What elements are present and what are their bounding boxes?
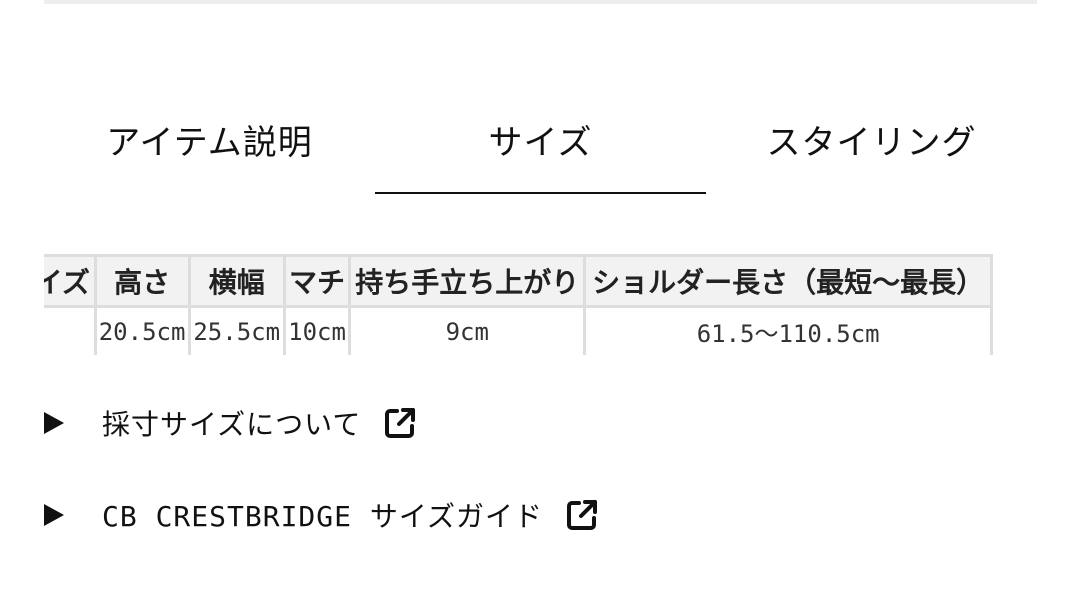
measurement-guide-label: 採寸サイズについて — [102, 408, 362, 441]
col-header-size: サイズ — [44, 254, 97, 308]
active-tab-indicator — [375, 192, 706, 194]
measurement-guide-link[interactable]: 採寸サイズについて — [44, 403, 417, 443]
tab-size[interactable]: サイズ — [375, 108, 706, 170]
cell-width: 25.5cm — [187, 305, 286, 355]
tab-bar: アイテム説明 サイズ スタイリング — [44, 108, 1037, 198]
external-link-icon — [567, 500, 598, 530]
brand-size-guide-link[interactable]: CB CRESTBRIDGE サイズガイド — [44, 495, 599, 535]
top-divider — [44, 0, 1037, 4]
col-header-gusset: マチ — [282, 254, 352, 308]
play-triangle-icon — [44, 504, 64, 526]
col-header-shoulder-length: ショルダー長さ（最短〜最長） — [583, 254, 993, 308]
cell-size — [44, 305, 97, 355]
size-table: サイズ 高さ 横幅 マチ 持ち手立ち上がり ショルダー長さ（最短〜最長） 20.… — [44, 254, 993, 355]
col-header-width: 横幅 — [187, 254, 286, 308]
table-row: 20.5cm 25.5cm 10cm 9cm 61.5〜110.5cm — [44, 305, 993, 355]
size-table-scroller[interactable]: サイズ 高さ 横幅 マチ 持ち手立ち上がり ショルダー長さ（最短〜最長） 20.… — [44, 254, 1037, 355]
cell-handle-drop: 9cm — [348, 305, 587, 355]
brand-size-guide-label: CB CRESTBRIDGE サイズガイド — [102, 500, 544, 533]
col-header-handle-drop: 持ち手立ち上がり — [348, 254, 587, 308]
external-link-icon — [385, 408, 416, 438]
tab-item-description[interactable]: アイテム説明 — [44, 108, 375, 170]
cell-shoulder-length: 61.5〜110.5cm — [583, 305, 993, 355]
tab-styling[interactable]: スタイリング — [706, 108, 1037, 170]
table-header-row: サイズ 高さ 横幅 マチ 持ち手立ち上がり ショルダー長さ（最短〜最長） — [44, 254, 993, 308]
col-header-height: 高さ — [93, 254, 191, 308]
cell-height: 20.5cm — [93, 305, 191, 355]
play-triangle-icon — [44, 412, 64, 434]
cell-gusset: 10cm — [282, 305, 352, 355]
